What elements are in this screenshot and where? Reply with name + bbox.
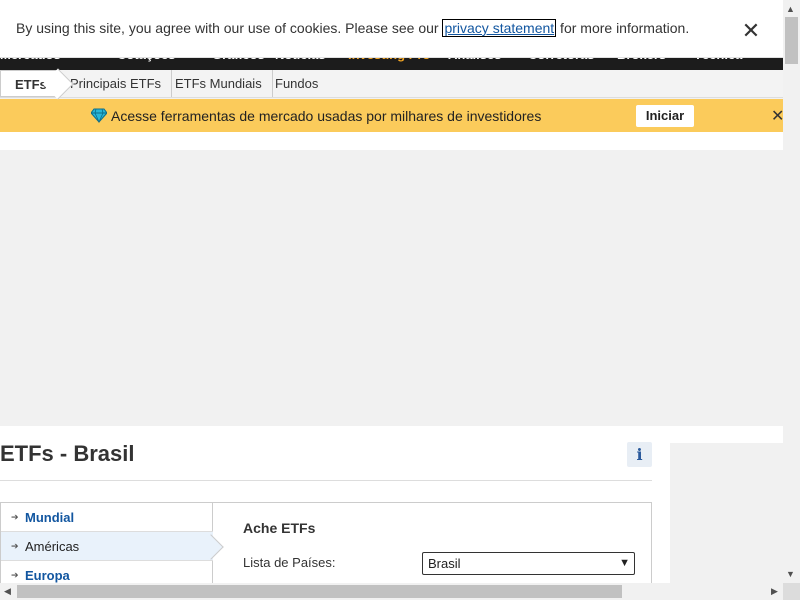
scrollbar-thumb[interactable]	[785, 17, 798, 64]
tab-etfs[interactable]: ETFs	[0, 70, 60, 97]
arrow-right-icon: ➔	[11, 512, 19, 522]
region-label: Europa	[25, 568, 70, 583]
scrollbar-thumb[interactable]	[17, 585, 622, 598]
scroll-right-icon[interactable]: ▶	[771, 586, 778, 597]
arrow-right-icon: ➔	[11, 541, 19, 551]
finder-title: Ache ETFs	[243, 520, 316, 536]
horizontal-scrollbar[interactable]: ◀ ▶	[0, 583, 783, 600]
promo-banner: Acesse ferramentas de mercado usadas por…	[0, 99, 784, 132]
promo-text: Acesse ferramentas de mercado usadas por…	[111, 108, 542, 124]
region-item-americas[interactable]: ➔ Américas	[1, 532, 213, 561]
breadcrumb: ETFs Principais ETFs ETFs Mundiais Fundo…	[0, 70, 783, 98]
region-list: ➔ Mundial ➔ Américas ➔ Europa	[1, 503, 213, 590]
cookie-banner: By using this site, you agree with our u…	[0, 0, 783, 58]
tab-etfs-mundiais[interactable]: ETFs Mundiais	[165, 70, 273, 97]
start-button[interactable]: Iniciar	[636, 105, 694, 127]
right-sidebar	[670, 443, 783, 584]
chevron-down-icon: ▼	[619, 557, 630, 569]
scroll-up-icon[interactable]: ▲	[786, 4, 795, 14]
scroll-down-icon[interactable]: ▼	[786, 569, 795, 579]
scrollbar-corner	[783, 583, 800, 600]
country-select[interactable]: Brasil ▼	[422, 552, 635, 575]
cookie-text-before: By using this site, you agree with our u…	[16, 20, 443, 36]
privacy-statement-link[interactable]: privacy statement	[442, 19, 557, 37]
tab-fundos[interactable]: Fundos	[265, 70, 328, 97]
tab-principais-etfs[interactable]: Principais ETFs	[60, 70, 173, 97]
content-strip	[0, 132, 783, 150]
etf-finder-panel: ➔ Mundial ➔ Américas ➔ Europa Ache ETFs Lis…	[0, 502, 652, 590]
divider	[0, 480, 652, 481]
country-list-label: Lista de Países:	[243, 555, 336, 570]
region-item-mundial[interactable]: ➔ Mundial	[1, 503, 213, 532]
region-label: Américas	[25, 539, 80, 554]
region-label: Mundial	[25, 510, 75, 525]
cookie-banner-text: By using this site, you agree with our u…	[16, 19, 690, 37]
cookie-text-after: for more information.	[556, 20, 690, 36]
close-icon[interactable]: ✕	[741, 20, 761, 42]
page-title: ETFs - Brasil	[0, 441, 135, 466]
vertical-scrollbar[interactable]: ▲ ▼	[783, 0, 800, 583]
ad-placeholder	[0, 150, 783, 426]
scroll-left-icon[interactable]: ◀	[4, 586, 11, 597]
info-icon[interactable]: i	[627, 442, 652, 467]
country-select-value: Brasil	[428, 556, 461, 571]
diamond-icon	[91, 108, 107, 123]
